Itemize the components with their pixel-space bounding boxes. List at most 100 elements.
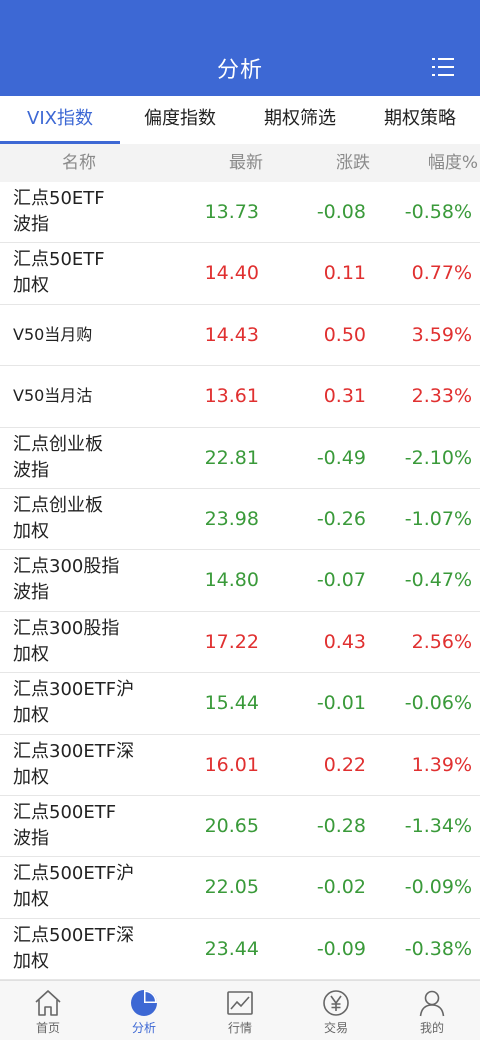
- change-value: -0.07: [316, 569, 366, 592]
- nav-trade-label: 交易: [323, 1021, 348, 1035]
- index-name: 汇点500ETF沪 加权: [13, 861, 158, 913]
- nav-analysis-label: 分析: [131, 1021, 156, 1035]
- index-name-line2: 波指: [13, 214, 49, 235]
- column-header-change[interactable]: 涨跌: [336, 144, 370, 182]
- change-value: -0.02: [316, 876, 366, 899]
- nav-profile-label: 我的: [419, 1021, 444, 1035]
- index-name-line2: 波指: [13, 582, 49, 604]
- app-header: 分析: [0, 0, 480, 96]
- amplitude-value: 2.33%: [411, 385, 472, 408]
- bottom-nav: 首页 分析 行情 交易 我的: [0, 980, 480, 1040]
- list-item[interactable]: 汇点500ETF沪 加权 22.05 -0.02 -0.09%: [0, 857, 480, 919]
- pie-chart-icon: [131, 990, 157, 1016]
- tab-skew-index[interactable]: 偏度指数: [120, 96, 240, 144]
- amplitude-value: 2.56%: [411, 630, 472, 653]
- index-name-line1: 汇点创业板: [13, 494, 103, 516]
- list-item[interactable]: 汇点300ETF沪 加权 15.44 -0.01 -0.06%: [0, 673, 480, 735]
- index-name: V50当月购: [13, 305, 158, 365]
- index-name: 汇点300股指 加权: [13, 616, 158, 668]
- change-value: -0.09: [316, 937, 366, 960]
- latest-value: 13.61: [204, 385, 259, 408]
- change-value: -0.01: [316, 692, 366, 715]
- latest-value: 14.43: [204, 323, 259, 346]
- latest-value: 22.81: [204, 446, 259, 469]
- nav-trade[interactable]: 交易: [288, 981, 384, 1040]
- change-value: -0.26: [316, 507, 366, 530]
- list-item[interactable]: 汇点300ETF深 加权 16.01 0.22 1.39%: [0, 734, 480, 796]
- amplitude-value: -1.07%: [404, 507, 472, 530]
- index-name-line1: 汇点500ETF: [13, 801, 117, 823]
- change-value: -0.49: [316, 446, 366, 469]
- index-name-line2: 加权: [13, 275, 49, 297]
- nav-analysis[interactable]: 分析: [96, 981, 192, 1040]
- index-name-line2: 加权: [13, 643, 49, 665]
- change-value: -0.28: [316, 814, 366, 837]
- index-name-line1: V50当月沽: [13, 386, 93, 406]
- column-header-amplitude[interactable]: 幅度%: [428, 144, 478, 182]
- column-header-name[interactable]: 名称: [62, 144, 96, 182]
- index-name-line2: 波指: [13, 459, 49, 481]
- yen-icon: [323, 990, 349, 1016]
- menu-icon[interactable]: [432, 57, 454, 77]
- latest-value: 15.44: [204, 692, 259, 715]
- latest-value: 14.80: [204, 569, 259, 592]
- list-item[interactable]: 汇点创业板加权 23.98 -0.26 -1.07%: [0, 488, 480, 551]
- amplitude-value: 3.59%: [411, 323, 472, 346]
- nav-home[interactable]: 首页: [0, 981, 96, 1040]
- index-name: 汇点50ETF 波指: [13, 186, 158, 238]
- latest-value: 16.01: [204, 753, 259, 776]
- change-value: 0.31: [323, 385, 366, 408]
- amplitude-value: -0.06%: [404, 692, 472, 715]
- column-header-latest[interactable]: 最新: [229, 144, 263, 182]
- table-header: 名称 最新 涨跌 幅度%: [0, 144, 480, 182]
- index-name-line2: 加权: [13, 889, 49, 911]
- list-item[interactable]: 汇点50ETF 加权 14.40 0.11 0.77%: [0, 243, 480, 305]
- change-value: 0.50: [323, 323, 366, 346]
- list-item[interactable]: V50当月购 14.43 0.50 3.59%: [0, 304, 480, 367]
- change-value: 0.22: [323, 753, 366, 776]
- index-name-line1: V50当月购: [13, 324, 93, 344]
- index-name-line1: 汇点500ETF沪: [13, 863, 135, 885]
- change-value: 0.11: [323, 262, 366, 285]
- change-value: 0.43: [323, 630, 366, 653]
- index-name-line1: 汇点创业板: [13, 433, 103, 455]
- list-item[interactable]: 汇点500ETF深 加权 23.44 -0.09 -0.38%: [0, 918, 480, 981]
- amplitude-value: -0.58%: [404, 201, 472, 223]
- list-item[interactable]: 汇点创业板 波指 22.81 -0.49 -2.10%: [0, 427, 480, 489]
- index-name-line2: 加权: [13, 520, 49, 542]
- nav-profile[interactable]: 我的: [384, 981, 480, 1040]
- index-name-line1: 汇点300股指: [13, 617, 120, 639]
- page-title: 分析: [216, 58, 263, 83]
- amplitude-value: -0.38%: [404, 937, 472, 960]
- latest-value: 23.98: [204, 507, 259, 530]
- tab-option-filter[interactable]: 期权筛选: [240, 96, 360, 144]
- latest-value: 17.22: [204, 630, 259, 653]
- index-name: 汇点300ETF深 加权: [13, 739, 158, 791]
- index-name-line2: 加权: [13, 705, 49, 727]
- list-item[interactable]: 汇点300股指 波指 14.80 -0.07 -0.47%: [0, 550, 480, 612]
- index-name: 汇点500ETF深 加权: [13, 923, 158, 975]
- list-item[interactable]: 汇点500ETF 波指 20.65 -0.28 -1.34%: [0, 795, 480, 858]
- index-name-line1: 汇点500ETF深: [13, 924, 135, 946]
- list-item[interactable]: 汇点300股指 加权 17.22 0.43 2.56%: [0, 611, 480, 674]
- latest-value: 14.40: [204, 262, 259, 285]
- tab-vix-index[interactable]: VIX指数: [0, 96, 120, 144]
- index-name: 汇点创业板 波指: [13, 432, 158, 484]
- index-name-line1: 汇点50ETF: [13, 249, 105, 271]
- amplitude-value: 1.39%: [411, 753, 472, 776]
- tab-bar: VIX指数 偏度指数 期权筛选 期权策略: [0, 96, 480, 144]
- home-icon: [35, 990, 61, 1016]
- user-icon: [419, 990, 445, 1017]
- list-item[interactable]: 汇点50ETF 波指 13.73 -0.08 -0.58%: [0, 182, 480, 244]
- latest-value: 13.73: [204, 201, 259, 223]
- nav-market[interactable]: 行情: [192, 981, 288, 1040]
- tab-option-strategy[interactable]: 期权策略: [360, 96, 480, 144]
- index-name: 汇点300股指 波指: [13, 554, 158, 606]
- amplitude-value: -0.09%: [404, 876, 472, 899]
- latest-value: 23.44: [204, 937, 259, 960]
- change-value: -0.08: [316, 201, 366, 223]
- latest-value: 20.65: [204, 814, 259, 837]
- index-name-line1: 汇点300ETF沪: [13, 679, 135, 701]
- list-item[interactable]: V50当月沽 13.61 0.31 2.33%: [0, 366, 480, 428]
- latest-value: 22.05: [204, 876, 259, 899]
